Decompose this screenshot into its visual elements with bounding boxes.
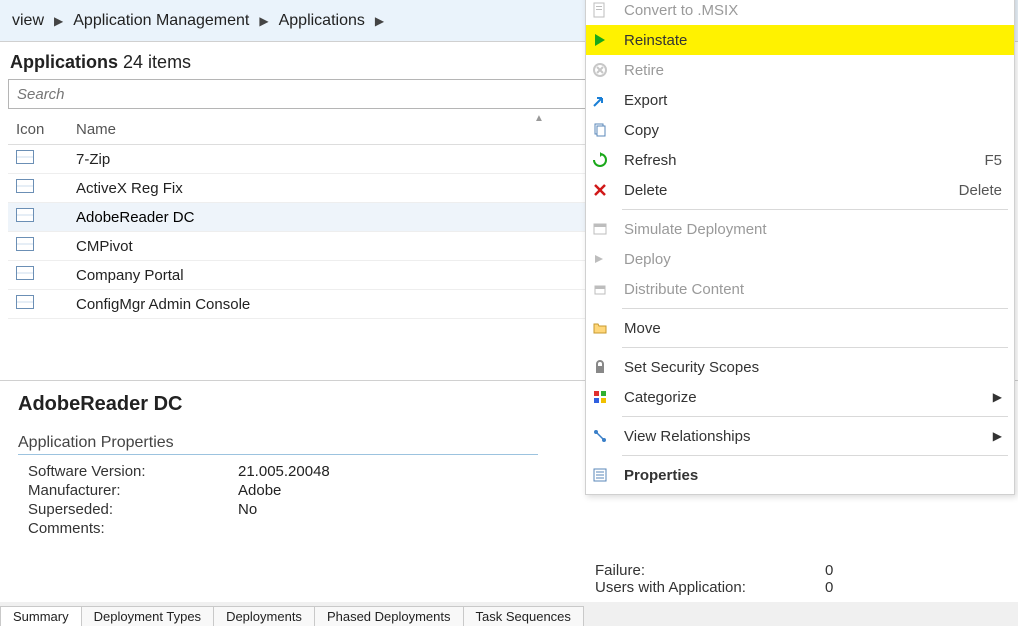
list-title: Applications (10, 52, 118, 72)
menu-item-properties[interactable]: Properties (586, 460, 1014, 490)
chevron-right-icon: ▶ (54, 14, 63, 28)
tab-phased-deployments[interactable]: Phased Deployments (314, 606, 464, 626)
tab-deployment-types[interactable]: Deployment Types (81, 606, 214, 626)
menu-item-label: Export (618, 92, 1002, 109)
delete-icon (592, 182, 618, 198)
application-icon (8, 290, 68, 319)
prop-value: 0 (825, 562, 833, 579)
arrow-out-icon (592, 92, 618, 108)
lock-icon (592, 359, 618, 375)
breadcrumb-item[interactable]: Applications (279, 12, 365, 30)
menu-item-label: Set Security Scopes (618, 359, 1002, 376)
menu-item-label: Deploy (618, 251, 1002, 268)
menu-separator (622, 347, 1008, 348)
menu-item-label: Move (618, 320, 1002, 337)
menu-separator (622, 308, 1008, 309)
prop-key: Comments: (28, 520, 238, 537)
chevron-right-icon: ▶ (375, 14, 384, 28)
sort-ascending-icon: ▲ (534, 113, 544, 124)
prop-value: 0 (825, 579, 833, 596)
play-icon (592, 32, 618, 48)
menu-item-distribute-content: Distribute Content (586, 274, 1014, 304)
properties-icon (592, 467, 618, 483)
close-gray-icon (592, 62, 618, 78)
application-icon (8, 145, 68, 174)
breadcrumb-item[interactable]: view (12, 12, 44, 30)
prop-value: No (238, 501, 498, 518)
menu-shortcut: Delete (959, 182, 1002, 199)
menu-item-label: Simulate Deployment (618, 221, 1002, 238)
package-icon (592, 281, 618, 297)
menu-item-deploy: Deploy (586, 244, 1014, 274)
chevron-right-icon: ▶ (259, 14, 268, 28)
application-icon (8, 261, 68, 290)
menu-item-label: Distribute Content (618, 281, 1002, 298)
application-icon (8, 203, 68, 232)
categorize-icon (592, 389, 618, 405)
menu-item-copy[interactable]: Copy (586, 115, 1014, 145)
chevron-right-icon: ▶ (993, 429, 1002, 443)
prop-key: Superseded: (28, 501, 238, 518)
detail-tabs: Summary Deployment Types Deployments Pha… (0, 602, 1018, 626)
copy-icon (592, 122, 618, 138)
chevron-right-icon: ▶ (993, 390, 1002, 404)
application-icon (8, 174, 68, 203)
menu-item-refresh[interactable]: RefreshF5 (586, 145, 1014, 175)
menu-item-convert-to-msix: Convert to .MSIX (586, 0, 1014, 25)
menu-shortcut: F5 (984, 152, 1002, 169)
menu-item-reinstate[interactable]: Reinstate (586, 25, 1014, 55)
prop-key: Manufacturer: (28, 482, 238, 499)
column-header-name-label: Name (76, 121, 116, 138)
prop-value: Adobe (238, 482, 498, 499)
menu-item-label: Convert to .MSIX (618, 2, 1002, 19)
detail-right-column: Failure:0 Users with Application:0 (595, 562, 833, 596)
menu-separator (622, 209, 1008, 210)
menu-item-label: Properties (618, 467, 1002, 484)
menu-item-label: Retire (618, 62, 1002, 79)
context-menu: Convert to .MSIX Reinstate Retire Export Cop… (585, 0, 1015, 495)
menu-item-label: Delete (618, 182, 959, 199)
prop-key: Software Version: (28, 463, 238, 480)
menu-item-move[interactable]: Move (586, 313, 1014, 343)
menu-item-label: Reinstate (618, 32, 1002, 49)
menu-item-simulate-deployment: Simulate Deployment (586, 214, 1014, 244)
menu-item-label: Categorize (618, 389, 993, 406)
column-header-icon[interactable]: Icon (8, 115, 68, 145)
prop-value: 21.005.20048 (238, 463, 498, 480)
tab-summary[interactable]: Summary (0, 606, 82, 626)
menu-item-retire: Retire (586, 55, 1014, 85)
menu-item-view-relationships[interactable]: View Relationships▶ (586, 421, 1014, 451)
page-icon (592, 2, 618, 18)
arrow-right-icon (592, 251, 618, 267)
tab-task-sequences[interactable]: Task Sequences (463, 606, 584, 626)
menu-item-set-security-scopes[interactable]: Set Security Scopes (586, 352, 1014, 382)
menu-item-label: Refresh (618, 152, 984, 169)
menu-item-label: View Relationships (618, 428, 993, 445)
application-icon (8, 232, 68, 261)
tab-deployments[interactable]: Deployments (213, 606, 315, 626)
prop-key: Users with Application: (595, 579, 825, 596)
menu-separator (622, 455, 1008, 456)
breadcrumb-item[interactable]: Application Management (73, 12, 249, 30)
folder-icon (592, 320, 618, 336)
menu-item-export[interactable]: Export (586, 85, 1014, 115)
refresh-icon (592, 152, 618, 168)
menu-separator (622, 416, 1008, 417)
menu-item-label: Copy (618, 122, 1002, 139)
menu-item-delete[interactable]: DeleteDelete (586, 175, 1014, 205)
menu-item-categorize[interactable]: Categorize▶ (586, 382, 1014, 412)
prop-key: Failure: (595, 562, 825, 579)
detail-section-header: Application Properties (18, 434, 538, 455)
window-icon (592, 221, 618, 237)
item-count: 24 items (123, 52, 191, 72)
relation-icon (592, 428, 618, 444)
